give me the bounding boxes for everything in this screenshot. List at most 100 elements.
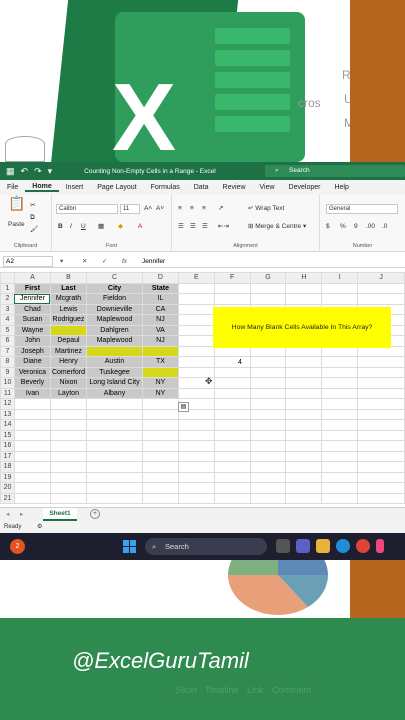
cell[interactable] xyxy=(177,450,215,462)
cell[interactable] xyxy=(86,429,143,441)
format-painter-icon[interactable]: 🖌 xyxy=(30,225,38,234)
cell[interactable] xyxy=(86,408,143,420)
cell[interactable] xyxy=(177,471,215,483)
cell[interactable] xyxy=(13,419,51,431)
cell[interactable]: Diane xyxy=(13,356,51,368)
name-box[interactable]: A2 xyxy=(3,256,53,267)
cell[interactable] xyxy=(213,471,251,483)
borders-icon[interactable]: ▦ xyxy=(98,222,104,231)
cell[interactable] xyxy=(86,440,143,452)
cell[interactable] xyxy=(321,293,359,305)
cell[interactable] xyxy=(13,482,51,494)
cell[interactable] xyxy=(285,450,323,462)
cell[interactable] xyxy=(142,429,179,441)
row-header[interactable]: 14 xyxy=(0,419,15,431)
cell[interactable] xyxy=(285,419,323,431)
cell[interactable] xyxy=(213,461,251,473)
cell[interactable]: Mcgrath xyxy=(49,293,88,305)
cell[interactable] xyxy=(285,492,323,504)
cell[interactable] xyxy=(321,387,359,399)
cell[interactable]: Maplewood xyxy=(86,335,143,347)
cell[interactable]: Tuskegee xyxy=(86,366,143,378)
cell[interactable] xyxy=(13,450,51,462)
cell[interactable] xyxy=(177,419,215,431)
align-top-icon[interactable]: ≡ xyxy=(178,204,182,213)
cell[interactable]: Rodriguez xyxy=(49,314,88,326)
cell[interactable] xyxy=(321,471,359,483)
cell[interactable]: Jennifer xyxy=(13,293,51,305)
tab-home[interactable]: Home xyxy=(25,183,59,192)
cell[interactable] xyxy=(49,440,88,452)
cell[interactable] xyxy=(321,377,359,389)
cell[interactable] xyxy=(357,450,405,462)
cell[interactable] xyxy=(177,293,215,305)
cell[interactable] xyxy=(249,429,287,441)
cell[interactable] xyxy=(142,408,179,420)
cell[interactable] xyxy=(177,492,215,504)
cell[interactable] xyxy=(249,398,287,410)
cell[interactable]: Joseph xyxy=(13,345,51,357)
cell[interactable] xyxy=(49,324,88,336)
wrap-text-button[interactable]: ↵ Wrap Text xyxy=(248,204,284,213)
row-header[interactable]: 3 xyxy=(0,303,15,315)
cell[interactable] xyxy=(213,429,251,441)
cell[interactable] xyxy=(177,282,215,294)
column-header[interactable]: C xyxy=(86,272,143,284)
cell[interactable]: Beverly xyxy=(13,377,51,389)
cell[interactable]: Long Island City xyxy=(86,377,143,389)
cell[interactable] xyxy=(357,366,405,378)
cell[interactable]: Austin xyxy=(86,356,143,368)
cell[interactable] xyxy=(177,482,215,494)
cell[interactable] xyxy=(213,398,251,410)
cell[interactable]: VA xyxy=(142,324,179,336)
cell[interactable] xyxy=(249,450,287,462)
notification-badge[interactable]: 2 xyxy=(10,539,25,554)
taskbar-search[interactable]: ⌕ Search xyxy=(145,538,267,555)
row-header[interactable]: 5 xyxy=(0,324,15,336)
answer-value[interactable]: 4 xyxy=(238,359,242,366)
tab-file[interactable]: File xyxy=(0,184,25,191)
cell[interactable] xyxy=(357,419,405,431)
file-explorer-icon[interactable] xyxy=(316,539,330,553)
row-header[interactable]: 1 xyxy=(0,282,15,294)
cell[interactable] xyxy=(357,461,405,473)
cell[interactable]: TX xyxy=(142,356,179,368)
accessibility-icon[interactable]: ⚙ xyxy=(37,524,42,530)
cell[interactable] xyxy=(357,387,405,399)
cell[interactable] xyxy=(249,482,287,494)
cell[interactable] xyxy=(177,314,215,326)
bold-button[interactable]: B xyxy=(58,222,63,231)
decrease-decimal-button[interactable]: .0 xyxy=(382,222,387,231)
cell[interactable] xyxy=(49,471,88,483)
cell[interactable] xyxy=(142,419,179,431)
cell[interactable] xyxy=(285,429,323,441)
teams-icon[interactable] xyxy=(296,539,310,553)
cell[interactable] xyxy=(285,482,323,494)
cell[interactable] xyxy=(86,345,143,357)
cell[interactable] xyxy=(213,408,251,420)
cell[interactable] xyxy=(213,440,251,452)
column-header[interactable]: B xyxy=(49,272,88,284)
cell[interactable]: Henry xyxy=(49,356,88,368)
row-header[interactable]: 18 xyxy=(0,461,15,473)
cell[interactable] xyxy=(86,482,143,494)
cell[interactable] xyxy=(249,282,287,294)
task-view-icon[interactable] xyxy=(276,539,290,553)
cell[interactable] xyxy=(357,429,405,441)
cell[interactable] xyxy=(285,440,323,452)
formula-input[interactable]: Jennifer xyxy=(142,256,165,267)
cell[interactable] xyxy=(321,492,359,504)
cell[interactable] xyxy=(13,492,51,504)
cell[interactable] xyxy=(249,293,287,305)
cell[interactable] xyxy=(142,440,179,452)
cell[interactable] xyxy=(357,293,405,305)
row-header[interactable]: 19 xyxy=(0,471,15,483)
cell[interactable] xyxy=(213,450,251,462)
font-name-select[interactable]: Calibri xyxy=(56,204,118,214)
cell[interactable]: Nixon xyxy=(49,377,88,389)
music-icon[interactable] xyxy=(376,539,384,553)
cell[interactable] xyxy=(285,356,323,368)
tab-help[interactable]: Help xyxy=(327,184,355,191)
cell[interactable]: Comerford xyxy=(49,366,88,378)
cell[interactable] xyxy=(86,471,143,483)
